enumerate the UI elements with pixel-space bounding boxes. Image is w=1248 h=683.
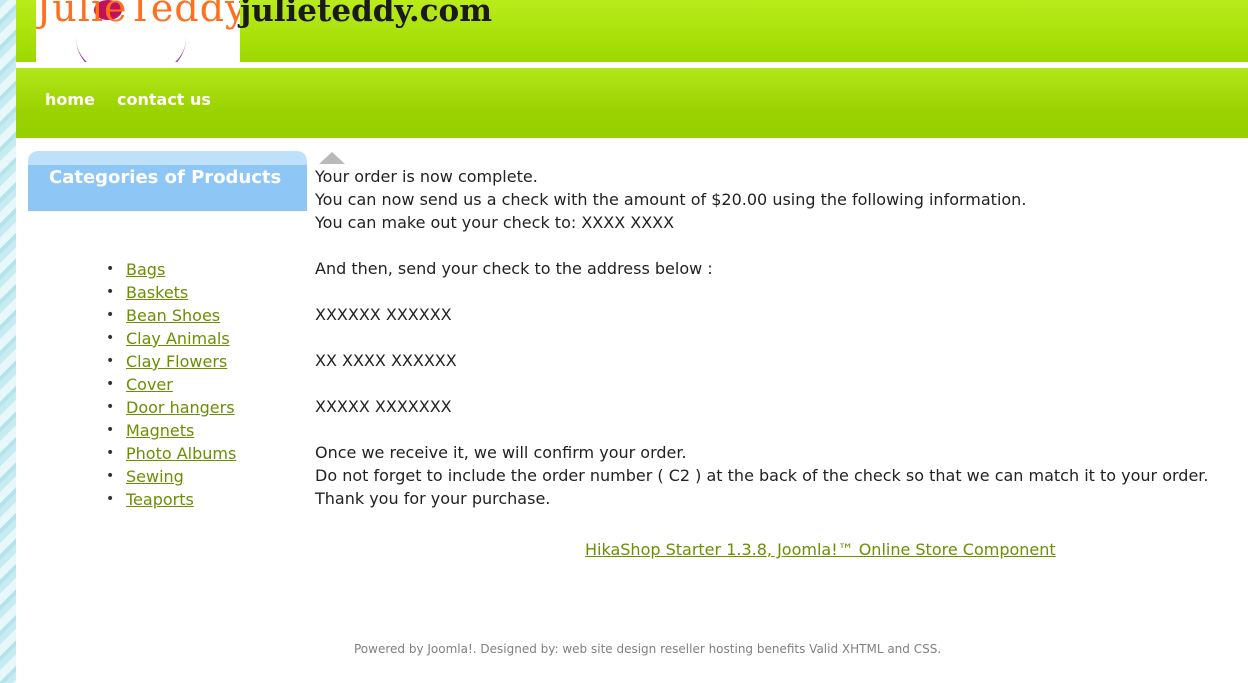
list-item: • Bags xyxy=(105,258,236,281)
nav-bar: home contact us xyxy=(16,68,1248,138)
thank-you-text: Thank you for your purchase. xyxy=(315,489,551,508)
bullet-icon: • xyxy=(106,445,115,461)
category-link-bags[interactable]: Bags xyxy=(126,260,165,279)
category-link-door-hangers[interactable]: Door hangers xyxy=(126,398,235,417)
category-link-clay-animals[interactable]: Clay Animals xyxy=(126,329,230,348)
send-check-text: And then, send your check to the address… xyxy=(315,259,713,278)
bullet-icon: • xyxy=(106,261,115,277)
page: JulieTeddy julieteddy.com home contact u… xyxy=(16,0,1248,683)
nav-link-contact-us[interactable]: contact us xyxy=(117,90,211,109)
list-item: • Photo Albums xyxy=(105,442,236,465)
site-logo[interactable]: JulieTeddy xyxy=(36,0,240,62)
address-line-2: XX XXXX XXXXXX xyxy=(315,351,457,370)
bullet-icon: • xyxy=(106,491,115,507)
list-item: • Bean Shoes xyxy=(105,304,236,327)
nav-link-home[interactable]: home xyxy=(45,90,95,109)
categories-header: Categories of Products xyxy=(28,151,307,211)
list-item: • Magnets xyxy=(105,419,236,442)
bullet-icon: • xyxy=(106,376,115,392)
logo-text: JulieTeddy xyxy=(36,0,240,30)
order-complete-text: Your order is now complete. xyxy=(315,167,538,186)
check-payee-text: You can make out your check to: XXXX XXX… xyxy=(315,213,675,232)
category-link-teaports[interactable]: Teaports xyxy=(126,490,194,509)
hikashop-link[interactable]: HikaShop Starter 1.3.8, Joomla!™ Online … xyxy=(585,540,1056,559)
bullet-icon: • xyxy=(106,353,115,369)
bullet-icon: • xyxy=(106,307,115,323)
address-line-1: XXXXXX XXXXXX xyxy=(315,305,452,324)
bullet-icon: • xyxy=(106,399,115,415)
list-item: • Cover xyxy=(105,373,236,396)
list-item: • Clay Flowers xyxy=(105,350,236,373)
confirm-order-text: Once we receive it, we will confirm your… xyxy=(315,443,687,462)
logo-swoosh xyxy=(76,38,186,62)
mountain-icon xyxy=(319,152,345,164)
address-line-3: XXXXX XXXXXXX xyxy=(315,397,452,416)
check-amount-text: You can now send us a check with the amo… xyxy=(315,190,1027,209)
list-item: • Clay Animals xyxy=(105,327,236,350)
footer-text: Powered by Joomla!. Designed by: web sit… xyxy=(354,642,942,656)
category-link-clay-flowers[interactable]: Clay Flowers xyxy=(126,352,227,371)
side-decoration xyxy=(0,0,16,683)
order-number-text: Do not forget to include the order numbe… xyxy=(315,466,1209,485)
header: JulieTeddy julieteddy.com xyxy=(16,0,1248,62)
categories-title: Categories of Products xyxy=(49,167,282,188)
bullet-icon: • xyxy=(106,284,115,300)
order-confirmation: Your order is now complete. You can now … xyxy=(315,165,1235,510)
list-item: • Sewing xyxy=(105,465,236,488)
category-link-magnets[interactable]: Magnets xyxy=(126,421,194,440)
bullet-icon: • xyxy=(106,330,115,346)
bullet-icon: • xyxy=(106,468,115,484)
category-link-bean-shoes[interactable]: Bean Shoes xyxy=(126,306,220,325)
category-link-cover[interactable]: Cover xyxy=(126,375,173,394)
list-item: • Door hangers xyxy=(105,396,236,419)
category-link-baskets[interactable]: Baskets xyxy=(126,283,188,302)
list-item: • Baskets xyxy=(105,281,236,304)
category-list: • Bags • Baskets • Bean Shoes • Clay Animals… xyxy=(105,258,236,511)
category-link-sewing[interactable]: Sewing xyxy=(126,467,184,486)
site-name: julieteddy.com xyxy=(240,0,493,29)
list-item: • Teaports xyxy=(105,488,236,511)
bullet-icon: • xyxy=(106,422,115,438)
category-link-photo-albums[interactable]: Photo Albums xyxy=(126,444,236,463)
